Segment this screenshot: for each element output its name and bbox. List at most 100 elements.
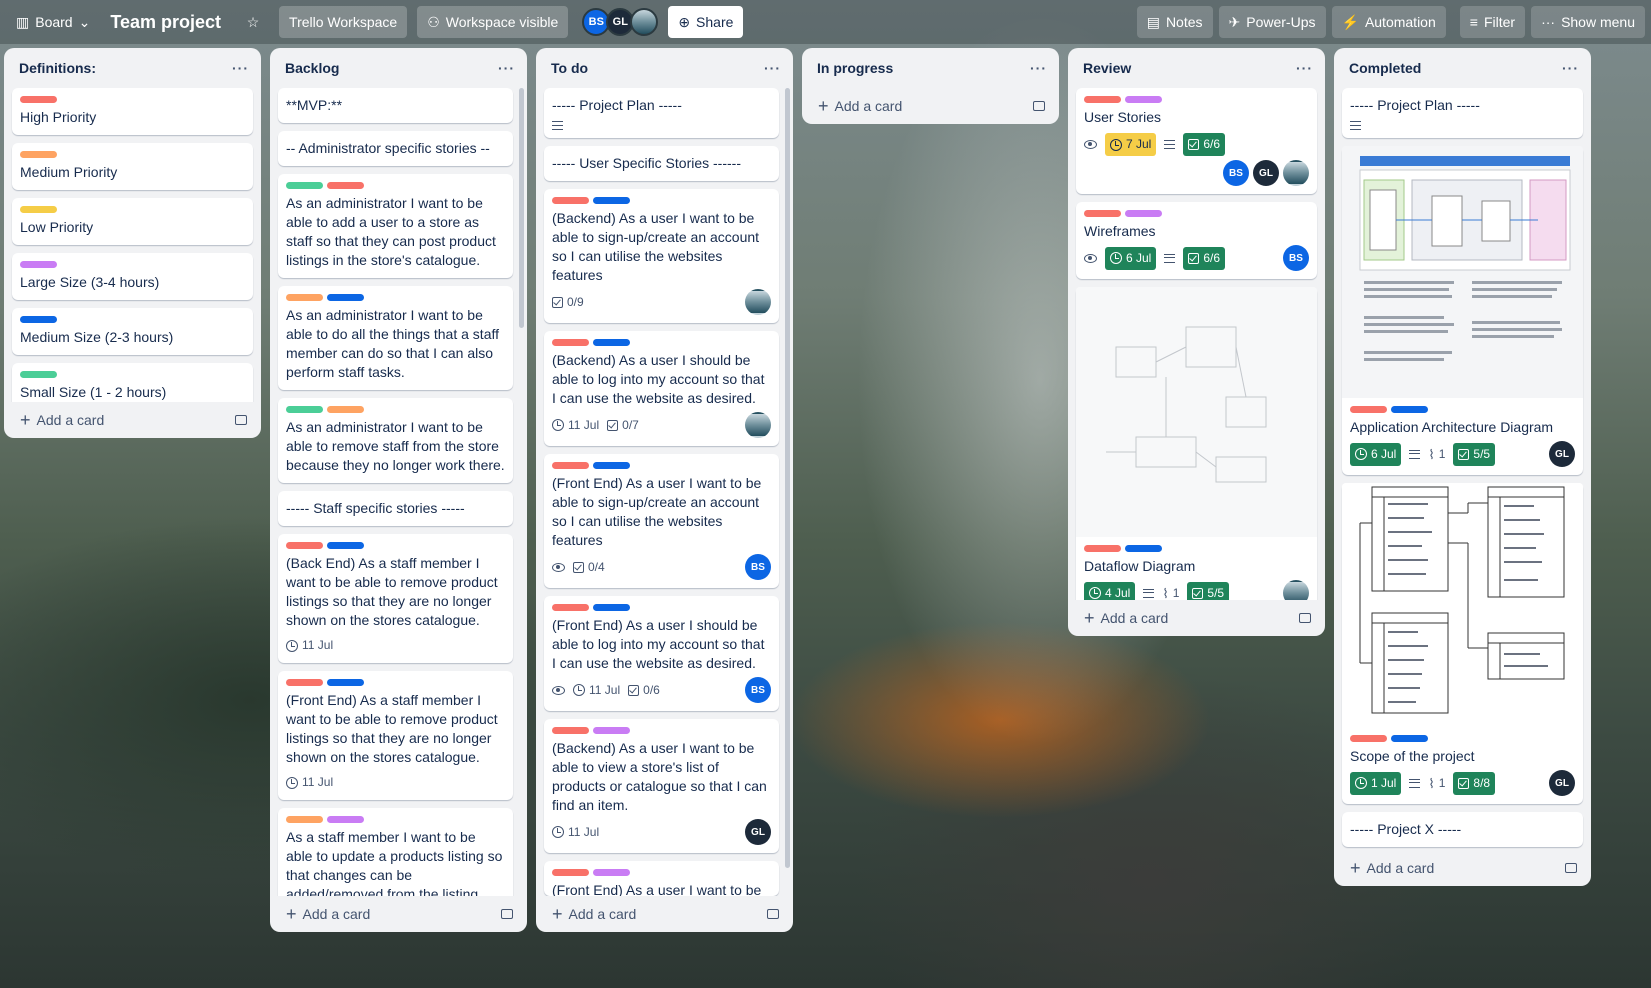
automation-button[interactable]: ⚡ Automation [1331,6,1446,38]
label-red[interactable] [552,462,589,469]
scrollbar[interactable] [785,88,790,868]
card[interactable]: (Front End) As a staff member I want to … [278,671,513,800]
list-title[interactable]: Review [1083,60,1131,76]
avatar[interactable]: BS [1223,160,1249,186]
template-icon[interactable] [1033,101,1045,111]
card[interactable]: -- Administrator specific stories -- [278,131,513,166]
add-card-button[interactable]: + Add a card [536,896,793,932]
due-date-badge[interactable]: 4 Jul [1084,581,1136,600]
list-title[interactable]: Definitions: [19,60,96,76]
template-icon[interactable] [1299,613,1311,623]
label-purple[interactable] [593,727,630,734]
label-purple[interactable] [327,816,364,823]
card[interactable]: Small Size (1 - 2 hours) [12,363,253,402]
due-date-badge[interactable]: 1 Jul [1350,771,1402,795]
card[interactable]: (Backend) As a user I should be able to … [544,331,779,446]
label-red[interactable] [1084,545,1121,552]
label-blue[interactable] [20,316,57,323]
label-blue[interactable] [593,462,630,469]
attachment-badge[interactable]: ⌇ 1 [1162,584,1179,601]
avatar[interactable]: BS [745,677,771,703]
list-title[interactable]: In progress [817,60,893,76]
label-green[interactable] [286,182,323,189]
checklist-badge[interactable]: 0/4 [573,558,605,577]
avatar[interactable]: BS [745,554,771,580]
checklist-badge[interactable]: 0/7 [607,416,639,435]
checklist-badge[interactable]: 6/6 [1183,246,1226,270]
label-blue[interactable] [327,542,364,549]
card[interactable]: As an administrator I want to be able to… [278,398,513,483]
label-red[interactable] [552,339,589,346]
template-icon[interactable] [235,415,247,425]
label-orange[interactable] [20,151,57,158]
powerups-button[interactable]: ✈ Power-Ups [1218,6,1326,38]
template-icon[interactable] [501,909,513,919]
filter-button[interactable]: ≡ Filter [1459,6,1526,38]
card[interactable]: ----- User Specific Stories ------ [544,146,779,181]
card[interactable]: As an administrator I want to be able to… [278,174,513,278]
label-green[interactable] [286,406,323,413]
show-menu-button[interactable]: ··· Show menu [1531,6,1645,38]
checklist-badge[interactable]: 0/9 [552,293,584,312]
card[interactable]: Application Architecture Diagram 6 Jul ⌇… [1342,146,1583,475]
label-red[interactable] [552,604,589,611]
label-blue[interactable] [1391,406,1428,413]
share-button[interactable]: ⊕ Share [668,6,744,38]
star-button[interactable]: ☆ [237,6,269,38]
label-orange[interactable] [286,294,323,301]
avatar[interactable] [1283,160,1309,186]
list-menu-icon[interactable]: ··· [232,60,249,76]
due-date-badge[interactable]: 11 Jul [286,636,333,655]
due-date-badge[interactable]: 7 Jul [1105,133,1157,156]
avatar[interactable] [745,289,771,315]
template-icon[interactable] [1565,863,1577,873]
board-title[interactable]: Team project [100,12,231,33]
card[interactable]: ----- Staff specific stories ----- [278,491,513,526]
label-blue[interactable] [1125,545,1162,552]
view-switcher-button[interactable]: ▥ Board ⌄ [6,6,100,38]
label-orange[interactable] [327,406,364,413]
label-blue[interactable] [327,294,364,301]
add-card-button[interactable]: + Add a card [4,402,261,438]
checklist-badge[interactable]: 0/6 [628,681,660,700]
card[interactable]: ----- Project Plan ----- [544,88,779,138]
checklist-badge[interactable]: 5/5 [1187,581,1230,600]
due-date-badge[interactable]: 11 Jul [573,681,620,700]
card[interactable]: Low Priority [12,198,253,245]
label-purple[interactable] [1125,210,1162,217]
label-green[interactable] [20,371,57,378]
list-title[interactable]: To do [551,60,588,76]
card[interactable]: (Backend) As a user I want to be able to… [544,189,779,323]
due-date-badge[interactable]: 11 Jul [286,773,333,792]
card[interactable]: **MVP:** [278,88,513,123]
label-purple[interactable] [1125,96,1162,103]
visibility-button[interactable]: ⚇ Workspace visible [417,6,569,38]
list-menu-icon[interactable]: ··· [1296,60,1313,76]
list-menu-icon[interactable]: ··· [498,60,515,76]
avatar[interactable] [1283,580,1309,600]
avatar[interactable]: GL [1253,160,1279,186]
avatar[interactable]: GL [1549,441,1575,467]
card[interactable]: (Backend) As a user I want to be able to… [544,719,779,853]
label-purple[interactable] [20,261,57,268]
card[interactable]: As an administrator I want to be able to… [278,286,513,390]
label-purple[interactable] [593,869,630,876]
label-blue[interactable] [1391,735,1428,742]
card[interactable]: (Front End) As a user I should be able t… [544,596,779,711]
list-title[interactable]: Backlog [285,60,339,76]
card[interactable]: User Stories 7 Jul 6/6 BS GL [1076,88,1317,194]
avatar[interactable] [745,412,771,438]
due-date-badge[interactable]: 11 Jul [552,416,599,435]
card[interactable]: (Front End) As a user I want to be able … [544,454,779,588]
add-card-button[interactable]: + Add a card [1334,850,1591,886]
label-yellow[interactable] [20,206,57,213]
card[interactable]: High Priority [12,88,253,135]
card[interactable]: Medium Priority [12,143,253,190]
label-red[interactable] [552,869,589,876]
checklist-badge[interactable]: 5/5 [1453,442,1496,466]
add-card-button[interactable]: + Add a card [270,896,527,932]
card[interactable]: (Front End) As a user I want to be able … [544,861,779,896]
scrollbar[interactable] [519,88,524,328]
due-date-badge[interactable]: 6 Jul [1105,246,1157,270]
due-date-badge[interactable]: 6 Jul [1350,442,1402,466]
